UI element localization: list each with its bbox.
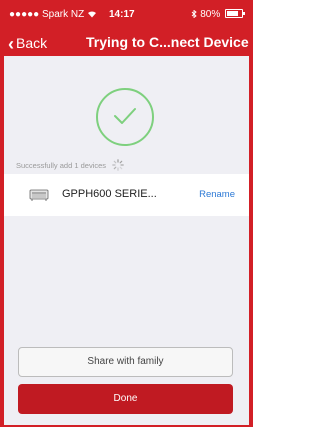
main-content: Successfully add 1 devices GPPH600 SERIE…: [4, 56, 249, 425]
app-frame: ●●●●● Spark NZ 14:17 80% ‹ Back Trying to…: [0, 0, 253, 427]
status-bar: ●●●●● Spark NZ 14:17 80%: [4, 4, 249, 26]
success-message: Successfully add 1 devices: [16, 159, 124, 173]
status-time: 14:17: [109, 9, 135, 20]
wifi-icon: [87, 9, 97, 20]
success-text: Successfully add 1 devices: [16, 161, 107, 170]
rename-button[interactable]: Rename: [199, 189, 235, 200]
device-row[interactable]: GPPH600 SERIE... Rename: [4, 174, 249, 216]
bluetooth-icon: [191, 9, 200, 20]
battery-percent: 80%: [200, 9, 221, 20]
battery-status: 80%: [191, 9, 245, 20]
chevron-left-icon: ‹: [8, 34, 14, 54]
battery-icon: [225, 9, 245, 18]
back-button[interactable]: ‹ Back: [8, 34, 47, 55]
loading-spinner-icon: [112, 159, 124, 173]
success-check-icon: [96, 88, 154, 146]
header: ●●●●● Spark NZ 14:17 80% ‹ Back Trying to…: [4, 4, 249, 56]
carrier-info: ●●●●● Spark NZ: [9, 9, 97, 20]
signal-icon: ●●●●●: [9, 9, 40, 20]
share-with-family-button[interactable]: Share with family: [18, 347, 233, 377]
done-button[interactable]: Done: [18, 384, 233, 414]
carrier-name: Spark NZ: [41, 9, 85, 20]
nav-bar: ‹ Back Trying to C...nect Device: [4, 28, 249, 56]
device-name: GPPH600 SERIE...: [62, 188, 157, 200]
back-label: Back: [16, 35, 48, 51]
page-title: Trying to C...nect Device: [86, 34, 249, 50]
heater-device-icon: [29, 188, 49, 207]
